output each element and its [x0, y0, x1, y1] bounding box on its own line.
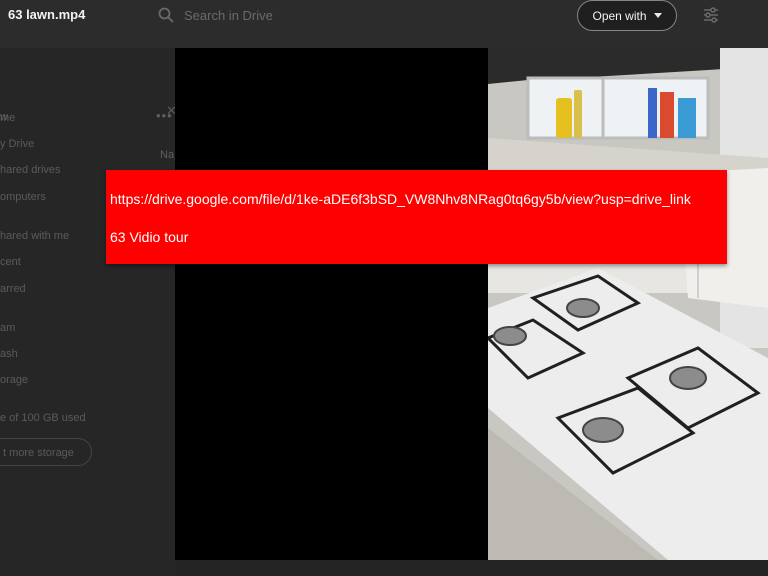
storage-used-text: e of 100 GB used [0, 412, 86, 424]
search-icon[interactable] [157, 6, 175, 29]
sidebar-item-home[interactable]: me [0, 112, 15, 124]
get-more-storage-button[interactable]: t more storage [0, 438, 92, 466]
sidebar-item-shared-drives[interactable]: hared drives [0, 164, 61, 176]
sidebar-dimmed: w ••• me y Drive hared drives omputers h… [0, 48, 175, 576]
open-with-button[interactable]: Open with [577, 0, 677, 31]
search-input[interactable] [184, 6, 384, 24]
open-with-label: Open with [592, 8, 647, 23]
sidebar-item-computers[interactable]: omputers [0, 191, 46, 203]
file-title: 63 lawn.mp4 [8, 7, 86, 22]
drive-video-viewer: w ••• me y Drive hared drives omputers h… [0, 0, 768, 576]
sidebar-item-storage[interactable]: orage [0, 374, 28, 386]
drive-link-url[interactable]: https://drive.google.com/file/d/1ke-aDE6… [110, 191, 691, 207]
video-caption: 63 Vidio tour [110, 229, 189, 245]
filter-icon[interactable] [702, 6, 720, 29]
sidebar-item-shared-with-me[interactable]: hared with me [0, 230, 69, 242]
sidebar-item-my-drive[interactable]: y Drive [0, 138, 34, 150]
sidebar-item-spam[interactable]: am [0, 322, 15, 334]
sidebar-item-recent[interactable]: cent [0, 256, 21, 268]
column-name-header: Na [160, 149, 175, 161]
sidebar-item-trash[interactable]: ash [0, 348, 18, 360]
video-player[interactable] [175, 48, 768, 560]
link-overlay-banner: https://drive.google.com/file/d/1ke-aDE6… [106, 170, 727, 264]
video-frame-kitchen [488, 48, 768, 560]
chevron-down-icon [653, 13, 662, 18]
top-bar: 63 lawn.mp4 Open with [0, 0, 768, 48]
sidebar-item-starred[interactable]: arred [0, 283, 26, 295]
